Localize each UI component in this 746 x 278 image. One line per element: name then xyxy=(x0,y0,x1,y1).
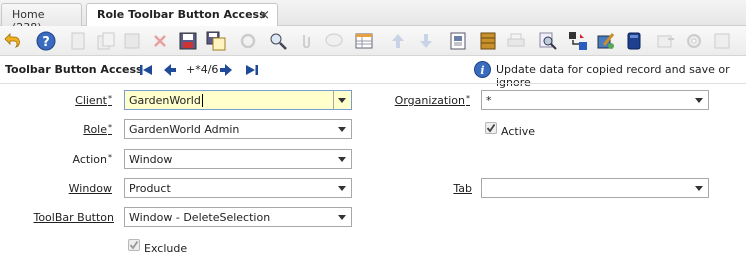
role-value: GardenWorld Admin xyxy=(129,123,240,136)
zoom-across-icon[interactable] xyxy=(536,29,560,53)
client-label: Client* xyxy=(75,94,112,107)
attachment-icon[interactable] xyxy=(294,29,318,53)
role-label: Role* xyxy=(83,123,112,136)
role-field[interactable]: GardenWorld Admin xyxy=(124,119,352,139)
record-title: Toolbar Button Access xyxy=(5,63,143,76)
copy-icon[interactable] xyxy=(94,29,118,53)
chevron-down-icon[interactable] xyxy=(333,120,351,138)
chevron-down-icon[interactable] xyxy=(333,91,351,109)
record-navigation-bar: Toolbar Button Access +*4/6 i Update dat… xyxy=(0,57,746,89)
action-value: Window xyxy=(129,153,173,166)
grid-toggle-icon[interactable] xyxy=(352,29,376,53)
tab-home[interactable]: Home (238) xyxy=(1,3,82,34)
window-label: Window xyxy=(68,182,112,195)
divider xyxy=(0,83,746,84)
tab-role-toolbar-button-access[interactable]: Role Toolbar Button Access × xyxy=(86,3,278,27)
workflow-icon[interactable] xyxy=(566,29,590,53)
last-record-icon[interactable] xyxy=(244,62,260,78)
chat-icon[interactable] xyxy=(322,29,346,53)
client-field[interactable]: GardenWorld xyxy=(124,90,352,110)
svg-text:i: i xyxy=(480,64,484,77)
copy-record-icon[interactable] xyxy=(120,29,144,53)
toolbar-button-field[interactable]: Window - DeleteSelection xyxy=(124,207,352,227)
chevron-down-icon[interactable] xyxy=(333,179,351,197)
first-record-icon[interactable] xyxy=(138,62,154,78)
report-icon[interactable] xyxy=(446,29,470,53)
tab-bar: Home (238) Role Toolbar Button Access × xyxy=(0,0,746,34)
window-field[interactable]: Product xyxy=(124,178,352,198)
save-new-icon[interactable] xyxy=(204,29,228,53)
svg-text:?: ? xyxy=(42,35,50,50)
window-value: Product xyxy=(129,182,171,195)
save-icon[interactable] xyxy=(176,29,200,53)
exclude-checkbox[interactable] xyxy=(128,239,140,251)
chevron-down-icon[interactable] xyxy=(690,179,708,197)
detail-record-icon[interactable] xyxy=(414,29,438,53)
next-record-icon[interactable] xyxy=(218,62,234,78)
toolbar-button-value: Window - DeleteSelection xyxy=(129,211,271,224)
new-icon[interactable] xyxy=(66,29,90,53)
chevron-down-icon[interactable] xyxy=(333,208,351,226)
help-icon[interactable]: ? xyxy=(34,29,58,53)
delete-icon[interactable] xyxy=(148,29,172,53)
organization-field[interactable]: * xyxy=(481,90,709,110)
product-info-icon[interactable] xyxy=(594,29,618,53)
active-label: Active xyxy=(501,125,536,138)
find-icon[interactable] xyxy=(266,29,290,53)
chevron-down-icon[interactable] xyxy=(333,150,351,168)
tab-label: Tab xyxy=(453,182,472,195)
parent-record-icon[interactable] xyxy=(386,29,410,53)
archive-icon[interactable] xyxy=(476,29,500,53)
undo-icon[interactable] xyxy=(2,29,26,53)
previous-record-icon[interactable] xyxy=(162,62,178,78)
tab-active-label: Role Toolbar Button Access xyxy=(97,8,266,21)
exclude-label: Exclude xyxy=(144,242,188,255)
settings-gear-icon[interactable] xyxy=(682,29,706,53)
window-customize-icon[interactable] xyxy=(622,29,646,53)
toolbar: ? xyxy=(0,26,746,56)
chevron-down-icon[interactable] xyxy=(690,91,708,109)
close-icon[interactable]: × xyxy=(259,8,270,23)
refresh-icon[interactable] xyxy=(236,29,260,53)
process-icon[interactable] xyxy=(654,29,678,53)
organization-label: Organization* xyxy=(394,94,470,107)
end-window-icon[interactable] xyxy=(710,29,734,53)
info-icon: i xyxy=(474,61,491,78)
action-label: Action* xyxy=(72,153,112,166)
record-count: +*4/6 xyxy=(186,63,219,76)
client-value: GardenWorld xyxy=(129,94,203,107)
status-message: Update data for copied record and save o… xyxy=(496,63,730,89)
toolbar-button-label: ToolBar Button xyxy=(33,211,114,224)
tab-field[interactable] xyxy=(481,178,709,198)
action-field[interactable]: Window xyxy=(124,149,352,169)
organization-value: * xyxy=(486,94,492,107)
print-icon[interactable] xyxy=(504,29,528,53)
active-checkbox[interactable] xyxy=(485,122,497,134)
